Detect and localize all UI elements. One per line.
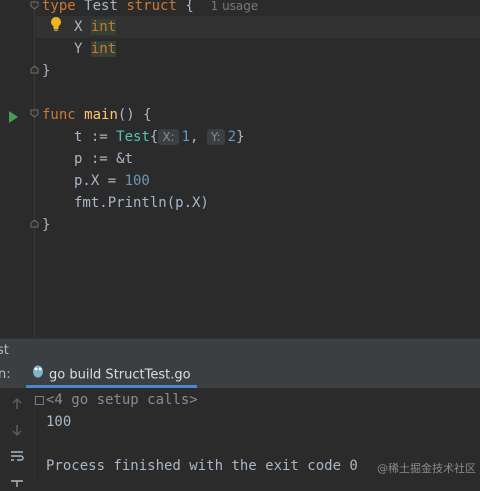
code-line-9: p.X = 100 xyxy=(74,170,150,192)
run-gutter-icon[interactable] xyxy=(8,108,18,127)
param-hint-x: X: xyxy=(158,129,179,145)
tool-window-title-bar: st xyxy=(0,338,480,363)
process-finished-line: Process finished with the exit code 0 xyxy=(46,458,358,474)
comma: , xyxy=(190,129,199,145)
code-line-2: X int xyxy=(74,16,117,38)
signature: () { xyxy=(117,107,152,123)
field-type: int xyxy=(90,19,117,35)
keyword: func xyxy=(42,107,76,123)
brace: { xyxy=(149,129,159,145)
param-hint-y: Y: xyxy=(206,129,225,145)
code-line-4: } xyxy=(42,60,50,82)
lightbulb-icon[interactable] xyxy=(49,16,63,36)
field-type: int xyxy=(90,41,117,57)
keyword: struct xyxy=(126,0,177,14)
field-name: Y xyxy=(74,41,83,57)
soft-wrap-icon[interactable] xyxy=(9,448,25,464)
console-output-line: 100 xyxy=(46,414,72,430)
watermark: @稀土掘金技术社区 xyxy=(377,462,476,475)
scroll-down-icon[interactable] xyxy=(9,422,25,438)
number-literal: 2 xyxy=(227,129,237,145)
fold-end-icon[interactable] xyxy=(30,65,39,74)
code-line-7: t := Test{X: 1, Y: 2} xyxy=(74,126,245,148)
fold-collapse-icon[interactable] xyxy=(30,1,39,10)
code-line-6: func main() { xyxy=(42,104,152,126)
brace: } xyxy=(42,217,51,233)
scroll-to-end-icon[interactable] xyxy=(9,472,25,488)
gutter-divider xyxy=(34,0,35,338)
scroll-up-icon[interactable] xyxy=(9,396,25,412)
expand-collapsed-icon[interactable] xyxy=(35,396,44,405)
fold-end-icon[interactable] xyxy=(30,219,39,228)
run-tab-bar: n: go build StructTest.go xyxy=(0,362,480,388)
field-name: X xyxy=(74,19,83,35)
run-config-tab-label: go build StructTest.go xyxy=(49,367,191,383)
code-line-3: Y int xyxy=(74,38,117,60)
code-line-11: } xyxy=(42,214,50,236)
fold-collapse-icon[interactable] xyxy=(30,109,39,118)
run-label: n: xyxy=(0,367,11,382)
code-line-10: fmt.Println(p.X) xyxy=(74,195,209,211)
type-name: Test xyxy=(84,0,118,14)
assignment: t := xyxy=(74,129,117,145)
function-name: main xyxy=(84,107,118,123)
code-editor[interactable]: type Test struct { 1 usage X int Y int }… xyxy=(0,0,480,338)
tool-window-title: st xyxy=(0,343,9,358)
console-toolbar xyxy=(0,388,35,487)
number-literal: 100 xyxy=(124,173,150,189)
code-line-1: type Test struct { 1 usage xyxy=(42,0,258,17)
brace: } xyxy=(42,63,51,79)
usage-hint[interactable]: 1 usage xyxy=(211,0,259,13)
collapsed-setup-calls[interactable]: <4 go setup calls> xyxy=(46,389,198,411)
go-gopher-icon xyxy=(32,362,44,388)
code-line-8: p := &t xyxy=(74,151,134,167)
keyword: type xyxy=(42,0,76,14)
number-literal: 1 xyxy=(181,129,191,145)
brace: } xyxy=(236,129,245,145)
brace: { xyxy=(185,0,194,14)
type-name: Test xyxy=(116,129,150,145)
run-config-tab[interactable]: go build StructTest.go xyxy=(26,362,197,388)
assignment: p.X = xyxy=(74,173,125,189)
